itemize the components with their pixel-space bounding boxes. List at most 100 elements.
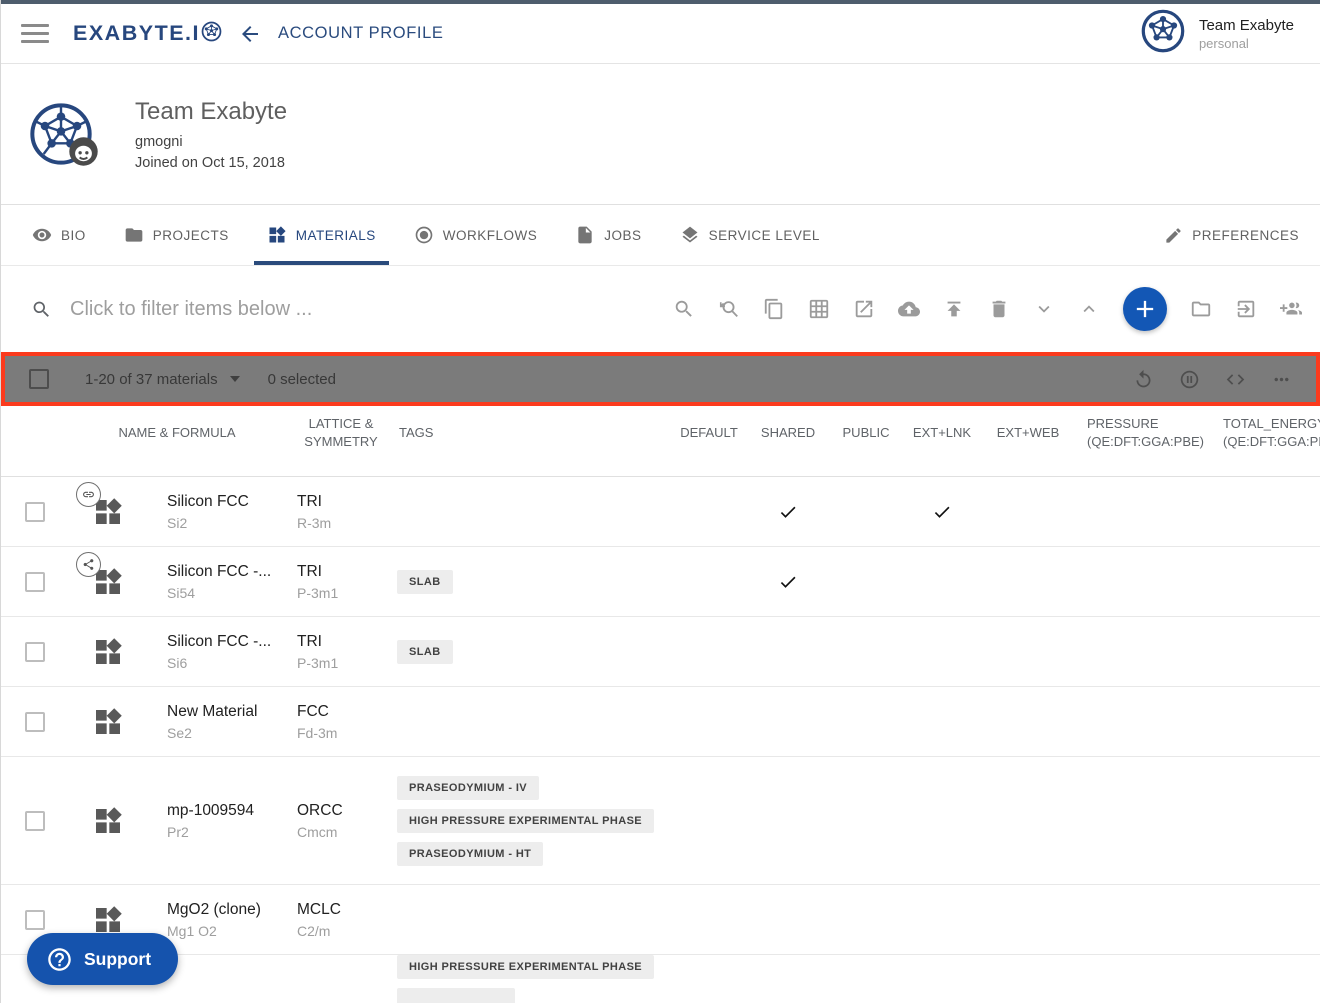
cloud-upload-icon	[898, 298, 920, 320]
material-name[interactable]: Silicon FCC -...	[167, 563, 289, 581]
material-icon	[92, 904, 124, 936]
tab-workflows[interactable]: WORKFLOWS	[401, 205, 551, 265]
search-history-icon	[718, 298, 740, 320]
chevron-down-button[interactable]	[1033, 298, 1055, 320]
tag-chip[interactable]: HIGH PRESSURE EXPERIMENTAL PHASE	[397, 809, 654, 833]
tag-chip[interactable]: SLAB	[397, 640, 453, 664]
col-header-shared[interactable]: SHARED	[745, 424, 831, 442]
tab-label: PROJECTS	[153, 228, 229, 243]
share-badge-icon	[76, 552, 101, 577]
shared-flag-cell	[745, 502, 831, 522]
tag-chip[interactable]	[397, 988, 515, 1003]
material-icon	[92, 496, 124, 528]
material-icon	[92, 706, 124, 738]
tab-materials[interactable]: MATERIALS	[254, 205, 389, 265]
link-badge-icon	[76, 482, 101, 507]
tab-label: SERVICE LEVEL	[709, 228, 820, 243]
tag-chip[interactable]: PRASEODYMIUM - IV	[397, 776, 539, 800]
account-profile-page: EXABYTE.I ACCOUNT PROFILE Team Exabyte p…	[0, 0, 1320, 1003]
search-icon	[673, 298, 695, 320]
material-icon	[92, 636, 124, 668]
table-row[interactable]: Silicon FCCSi2TRIR-3m	[1, 477, 1320, 547]
back-arrow-icon[interactable]	[238, 22, 262, 46]
cloud-upload-button[interactable]	[898, 298, 920, 320]
folder-outline-button[interactable]	[1190, 298, 1212, 320]
support-button[interactable]: Support	[27, 933, 178, 985]
menu-icon[interactable]	[21, 19, 49, 48]
shared-flag-cell	[745, 572, 831, 592]
col-header-tags[interactable]: TAGS	[393, 424, 673, 442]
header-account[interactable]: Team Exabyte personal	[1141, 9, 1294, 58]
exit-to-app-button[interactable]	[1235, 298, 1257, 320]
delete-button[interactable]	[988, 298, 1010, 320]
row-checkbox[interactable]	[25, 642, 45, 662]
tab-label: BIO	[61, 228, 86, 243]
pencil-icon	[1164, 226, 1183, 245]
col-header-name[interactable]: NAME & FORMULA	[65, 424, 289, 442]
tag-chip[interactable]: SLAB	[397, 570, 453, 594]
material-name[interactable]: mp-1009594	[167, 802, 289, 820]
col-header-public[interactable]: PUBLIC	[831, 424, 901, 442]
table-row[interactable]: Silicon FCC -...Si54TRIP-3m1SLAB	[1, 547, 1320, 617]
row-checkbox[interactable]	[25, 910, 45, 930]
material-name[interactable]: Silicon FCC	[167, 493, 289, 511]
upload-icon	[943, 298, 965, 320]
tab-service-level[interactable]: SERVICE LEVEL	[667, 205, 833, 265]
symmetry-group: C2/m	[297, 923, 393, 939]
upload-button[interactable]	[943, 298, 965, 320]
material-name[interactable]: MgO2 (clone)	[167, 901, 289, 919]
group-add-icon	[1280, 298, 1302, 320]
exabyte-logo[interactable]: EXABYTE.I	[73, 19, 222, 48]
material-name[interactable]: Silicon FCC -...	[167, 633, 289, 651]
tab-jobs[interactable]: JOBS	[562, 205, 654, 265]
more-button[interactable]	[1271, 369, 1292, 390]
open-in-new-button[interactable]	[853, 298, 875, 320]
table-row[interactable]: Silicon FCC -...Si6TRIP-3m1SLAB	[1, 617, 1320, 687]
search-history-button[interactable]	[718, 298, 740, 320]
select-all-checkbox[interactable]	[29, 369, 49, 389]
col-header-ext-lnk[interactable]: EXT+LNK	[901, 424, 983, 442]
material-formula: Si2	[167, 515, 289, 531]
tag-chip[interactable]: PRASEODYMIUM - HT	[397, 842, 543, 866]
user-face-badge-icon	[68, 136, 99, 172]
check-icon	[932, 502, 952, 522]
col-header-lattice[interactable]: LATTICE &SYMMETRY	[289, 415, 393, 451]
table-row[interactable]: MgO2 (clone)Mg1 O2MCLCC2/m	[1, 885, 1320, 955]
col-header-total-energy[interactable]: TOTAL_ENERGY(QE:DFT:GGA:PBE)	[1217, 415, 1320, 451]
profile-section: Team Exabyte gmogni Joined on Oct 15, 20…	[1, 64, 1320, 205]
row-checkbox[interactable]	[25, 811, 45, 831]
chevron-up-button[interactable]	[1078, 298, 1100, 320]
account-name: Team Exabyte	[1199, 17, 1294, 34]
check-icon	[778, 502, 798, 522]
tab-preferences[interactable]: PREFERENCES	[1151, 205, 1312, 265]
table-row[interactable]: mp-1009594Pr2ORCCCmcmPRASEODYMIUM - IVHI…	[1, 757, 1320, 885]
copy-button[interactable]	[763, 298, 785, 320]
check-icon	[778, 572, 798, 592]
table-row[interactable]: New MaterialSe2FCCFd-3m	[1, 687, 1320, 757]
group-add-button[interactable]	[1280, 298, 1302, 320]
grid-button[interactable]	[808, 298, 830, 320]
row-checkbox[interactable]	[25, 572, 45, 592]
table-header-row: NAME & FORMULA LATTICE &SYMMETRY TAGS DE…	[1, 406, 1320, 477]
pause-circle-button[interactable]	[1179, 369, 1200, 390]
help-icon	[46, 946, 73, 973]
add-button[interactable]	[1123, 287, 1167, 331]
pagination-dropdown[interactable]: 1-20 of 37 materials	[85, 371, 240, 388]
search-button[interactable]	[673, 298, 695, 320]
filter-input[interactable]	[70, 298, 490, 321]
material-name[interactable]: New Material	[167, 703, 289, 721]
col-header-pressure[interactable]: PRESSURE(QE:DFT:GGA:PBE)	[1073, 415, 1217, 451]
refresh-button[interactable]	[1133, 369, 1154, 390]
tag-chip[interactable]: HIGH PRESSURE EXPERIMENTAL PHASE	[397, 955, 654, 979]
col-header-ext-web[interactable]: EXT+WEB	[983, 424, 1073, 442]
code-button[interactable]	[1225, 369, 1246, 390]
col-header-default[interactable]: DEFAULT	[673, 424, 745, 442]
tab-projects[interactable]: PROJECTS	[111, 205, 242, 265]
more-icon	[1271, 369, 1292, 390]
chevron-down-icon	[1033, 298, 1055, 320]
tab-bio[interactable]: BIO	[19, 205, 99, 265]
row-checkbox[interactable]	[25, 712, 45, 732]
material-formula: Mg1 O2	[167, 923, 289, 939]
table-row[interactable]: HIGH PRESSURE EXPERIMENTAL PHASE	[1, 955, 1320, 1003]
row-checkbox[interactable]	[25, 502, 45, 522]
